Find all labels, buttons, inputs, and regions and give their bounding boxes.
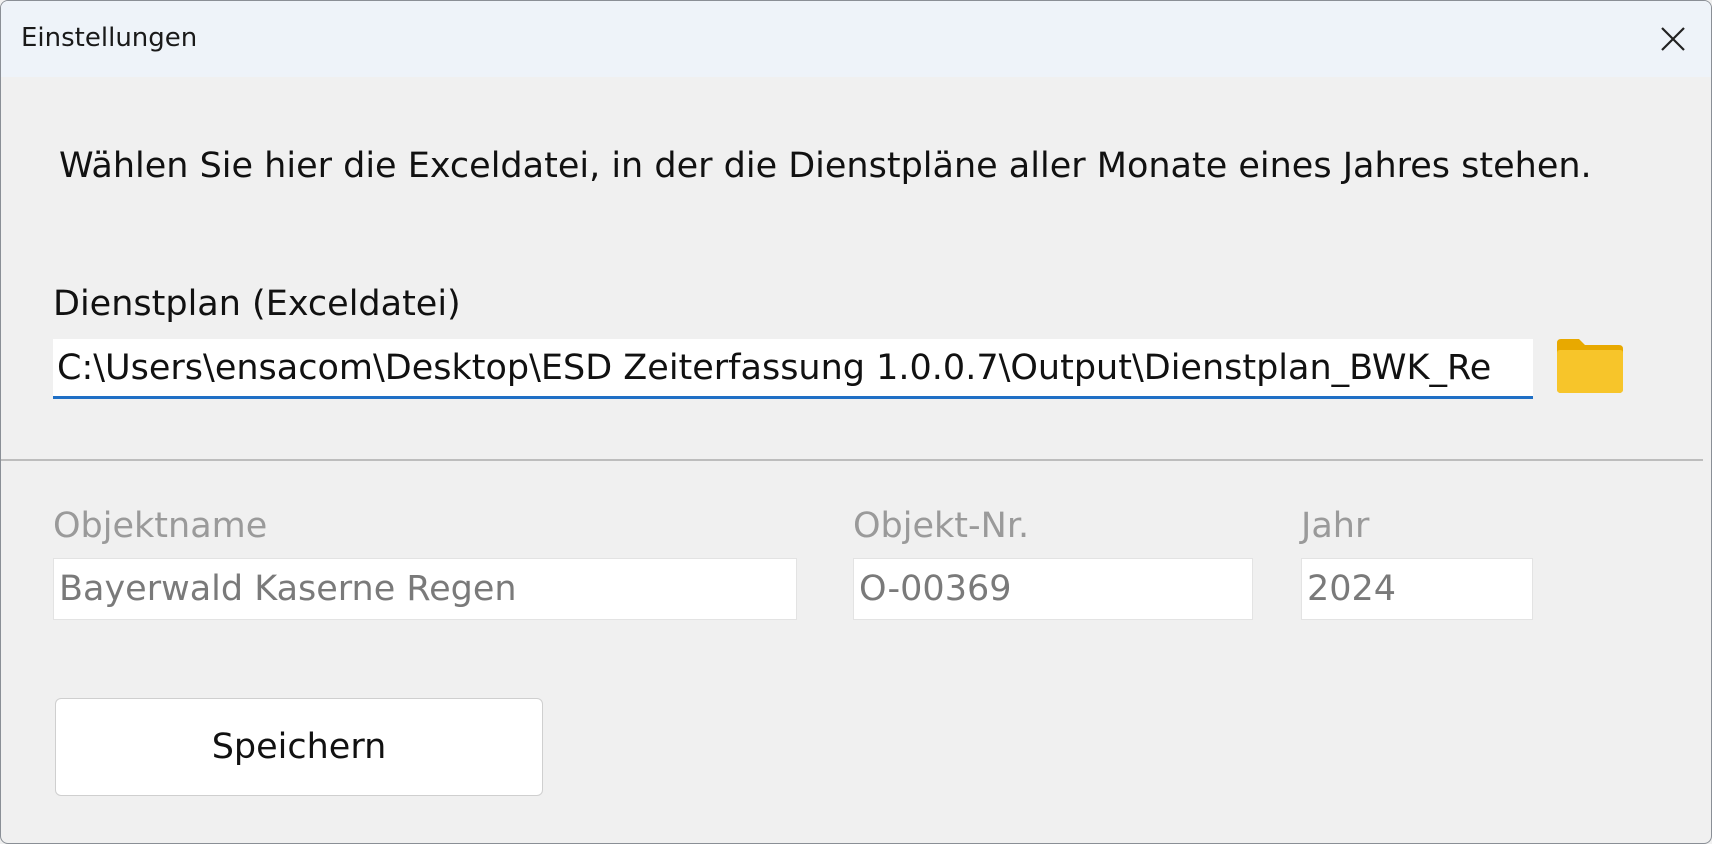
dienstplan-path-input[interactable] (53, 339, 1533, 399)
jahr-label: Jahr (1301, 506, 1370, 546)
jahr-field[interactable] (1301, 558, 1533, 620)
browse-folder-button[interactable] (1555, 335, 1625, 395)
title-bar: Einstellungen (1, 1, 1711, 77)
objekt-nr-field[interactable] (853, 558, 1253, 620)
objektname-field[interactable] (53, 558, 797, 620)
objekt-nr-label: Objekt-Nr. (853, 506, 1030, 546)
close-icon (1661, 27, 1685, 51)
folder-icon (1557, 339, 1623, 393)
settings-window: Einstellungen Wählen Sie hier die Exceld… (0, 0, 1712, 844)
window-title: Einstellungen (21, 23, 198, 53)
instruction-text: Wählen Sie hier die Exceldatei, in der d… (59, 146, 1592, 186)
close-button[interactable] (1635, 1, 1711, 77)
save-button[interactable]: Speichern (55, 698, 543, 796)
dienstplan-label: Dienstplan (Exceldatei) (53, 284, 461, 324)
objektname-label: Objektname (53, 506, 268, 546)
section-divider (1, 459, 1703, 461)
